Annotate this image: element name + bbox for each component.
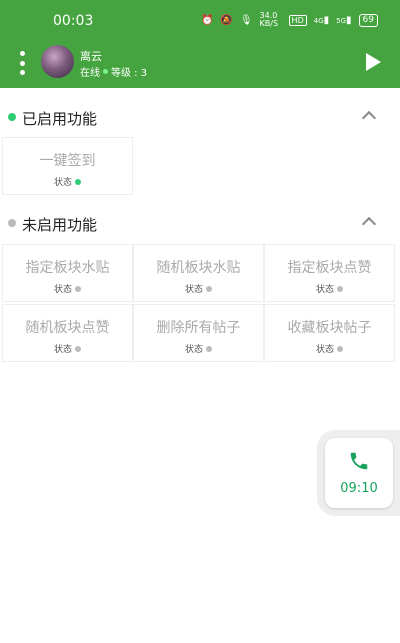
status-bar: 00:03 ⏰ 🔕 🎙 34.0 KB/S HD 4G▮ 5G▮ 69 [0, 8, 400, 36]
floating-call-widget[interactable]: 09:10 [317, 430, 400, 516]
feature-label: 指定板块点赞 [287, 260, 372, 276]
feature-state: 状态 [3, 282, 132, 295]
call-duration: 09:10 [340, 481, 378, 496]
feature-card[interactable]: 随机板块点赞 状态 [2, 304, 133, 362]
feature-label: 收藏板块帖子 [287, 320, 372, 336]
enabled-section-header[interactable]: 已启用功能 [0, 102, 400, 132]
net-speed: 34.0 KB/S [259, 11, 279, 28]
feature-state: 状态 [265, 282, 394, 295]
online-dot [103, 69, 108, 74]
call-widget-card[interactable]: 09:10 [325, 438, 393, 508]
signal-icon-2: 5G▮ [336, 14, 352, 26]
user-status: 在线 等级 : 3 [80, 64, 147, 79]
battery-icon: 69 [358, 13, 378, 27]
status-icons: ⏰ 🔕 🎙 34.0 KB/S HD 4G▮ 5G▮ 69 [201, 12, 378, 28]
enabled-state-dot [75, 178, 81, 185]
alarm-icon: ⏰ [200, 14, 214, 26]
hd-icon: HD [288, 14, 307, 26]
feature-state: 状态 [265, 342, 394, 355]
feature-card[interactable]: 指定板块点赞 状态 [264, 244, 395, 302]
level-label: 等级 : 3 [111, 68, 148, 79]
feature-label: 一键签到 [39, 153, 96, 169]
enabled-bullet-icon [8, 113, 16, 121]
user-name: 离云 [80, 50, 102, 63]
mute-icon: 🔕 [220, 14, 233, 26]
feature-label: 随机板块水贴 [156, 260, 241, 276]
feature-state: 状态 [3, 175, 132, 188]
mic-icon: 🎙 [239, 14, 253, 26]
play-icon[interactable] [366, 53, 381, 71]
feature-card[interactable]: 随机板块水贴 状态 [133, 244, 264, 302]
signal-icon-1: 4G▮ [313, 14, 330, 26]
status-time: 00:03 [53, 13, 94, 29]
feature-label: 指定板块水贴 [25, 260, 110, 276]
app-header: 00:03 ⏰ 🔕 🎙 34.0 KB/S HD 4G▮ 5G▮ 69 离云 在… [0, 0, 400, 88]
enabled-section-title: 已启用功能 [22, 110, 98, 128]
chevron-up-icon[interactable] [361, 110, 377, 126]
avatar[interactable] [41, 45, 74, 78]
disabled-section-title: 未启用功能 [22, 216, 98, 234]
menu-icon[interactable] [17, 51, 27, 75]
online-label: 在线 [80, 68, 100, 79]
disabled-section-header[interactable]: 未启用功能 [0, 208, 400, 238]
feature-card-sign-in[interactable]: 一键签到 状态 [2, 137, 133, 195]
disabled-bullet-icon [8, 219, 16, 227]
feature-state: 状态 [134, 342, 263, 355]
feature-card[interactable]: 删除所有帖子 状态 [133, 304, 264, 362]
feature-state: 状态 [3, 342, 132, 355]
chevron-up-icon[interactable] [361, 216, 377, 232]
feature-card[interactable]: 指定板块水贴 状态 [2, 244, 133, 302]
feature-state: 状态 [134, 282, 263, 295]
feature-card[interactable]: 收藏板块帖子 状态 [264, 304, 395, 362]
phone-icon [350, 452, 368, 470]
feature-label: 随机板块点赞 [25, 320, 110, 336]
feature-label: 删除所有帖子 [156, 320, 241, 336]
